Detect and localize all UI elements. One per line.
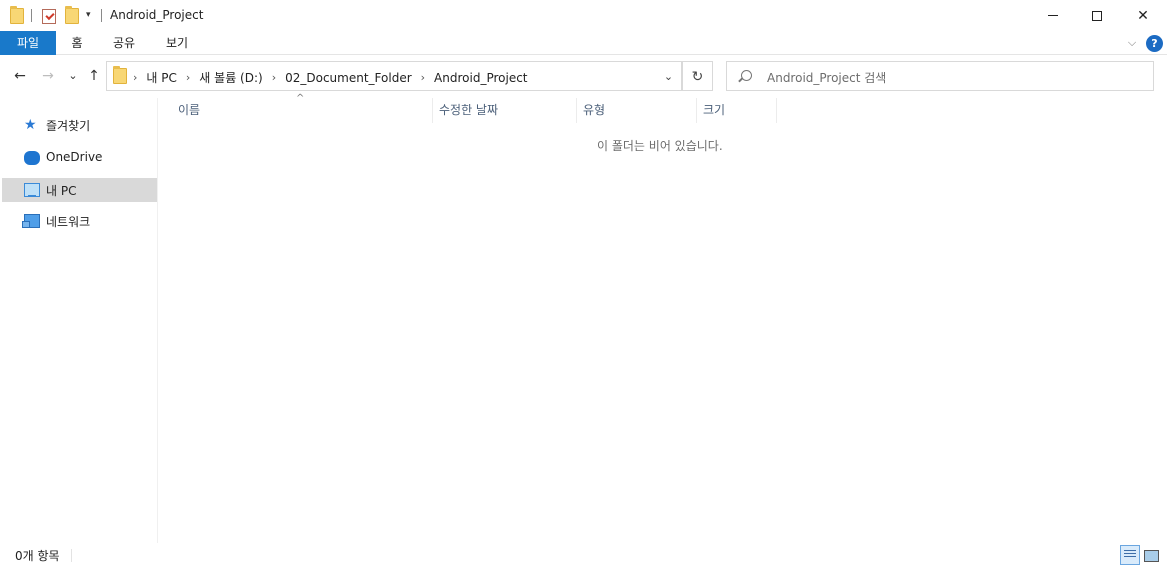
title-bar: ▾ Android_Project ✕ [0,0,1167,31]
breadcrumb-chevron-icon[interactable]: › [421,71,425,84]
forward-button[interactable]: → [38,65,58,87]
breadcrumb-android-project[interactable]: Android_Project [434,71,527,85]
tab-file[interactable]: 파일 [0,31,56,55]
search-input[interactable]: Android_Project 검색 [726,61,1154,91]
nav-item-quick-access[interactable]: ★ 즐겨찾기 [2,113,157,137]
breadcrumb-chevron-icon[interactable]: › [272,71,276,84]
address-folder-icon [113,66,127,84]
nav-item-label: OneDrive [46,150,103,164]
nav-item-label: 네트워크 [46,214,91,229]
nav-item-label: 내 PC [46,183,77,198]
details-view-icon[interactable] [1120,545,1140,565]
breadcrumb-volume-d[interactable]: 새 볼륨 (D:) [199,69,262,86]
search-placeholder: Android_Project 검색 [767,71,887,85]
breadcrumb-document-folder[interactable]: 02_Document_Folder [285,71,412,85]
item-count: 0개 항목 [15,549,60,563]
empty-folder-message: 이 폴더는 비어 있습니다. [597,139,723,153]
status-divider [71,549,72,562]
close-button[interactable]: ✕ [1120,0,1166,31]
breadcrumb-chevron-icon[interactable]: › [133,71,137,84]
quick-access-divider [31,9,32,22]
expand-ribbon-icon[interactable]: ⌵ [1125,36,1139,50]
navigation-pane: ★ 즐겨찾기 OneDrive 내 PC 네트워크 [0,98,158,543]
recent-locations-button[interactable]: ⌄ [63,65,83,87]
network-icon [22,214,40,228]
column-header-type[interactable]: 유형 [577,98,697,123]
tab-share[interactable]: 공유 [104,31,144,55]
nav-item-network[interactable]: 네트워크 [2,209,157,233]
new-folder-icon[interactable] [65,6,79,25]
search-icon [741,70,752,81]
maximize-icon [1092,10,1102,21]
address-bar[interactable]: › 내 PC › 새 볼륨 (D:) › 02_Document_Folder … [106,61,682,91]
properties-icon[interactable] [42,7,56,25]
refresh-button[interactable]: ↻ [683,61,713,91]
computer-icon [24,183,40,197]
tab-home[interactable]: 홈 [63,31,91,55]
breadcrumb-chevron-icon[interactable]: › [186,71,190,84]
minimize-button[interactable] [1030,0,1076,31]
tab-view[interactable]: 보기 [157,31,197,55]
back-button[interactable]: ← [10,65,30,87]
help-icon[interactable]: ? [1146,35,1163,52]
nav-item-label: 즐겨찾기 [46,118,91,133]
customize-quick-access-icon[interactable]: ▾ [86,11,95,20]
breadcrumb: › 내 PC › 새 볼륨 (D:) › 02_Document_Folder … [133,69,528,86]
window-folder-icon [10,6,24,25]
nav-item-onedrive[interactable]: OneDrive [2,145,157,169]
column-header-name[interactable]: 이름 [172,98,433,123]
up-button[interactable]: ↑ [84,65,104,87]
breadcrumb-this-pc[interactable]: 내 PC [146,69,176,86]
address-history-dropdown[interactable]: ⌄ [655,61,683,91]
maximize-button[interactable] [1074,0,1120,31]
close-icon: ✕ [1137,7,1149,24]
minimize-icon [1048,15,1058,16]
window-title: Android_Project [110,8,204,22]
ribbon-tabs: 파일 홈 공유 보기 ⌵ ? [0,31,1167,55]
column-header-size[interactable]: 크기 [697,98,777,123]
star-icon: ★ [24,117,37,133]
title-divider [101,9,102,22]
large-icons-view-icon[interactable] [1143,547,1159,563]
nav-item-this-pc[interactable]: 내 PC [2,178,157,202]
onedrive-cloud-icon [24,151,40,165]
column-header-modified[interactable]: 수정한 날짜 [433,98,577,123]
